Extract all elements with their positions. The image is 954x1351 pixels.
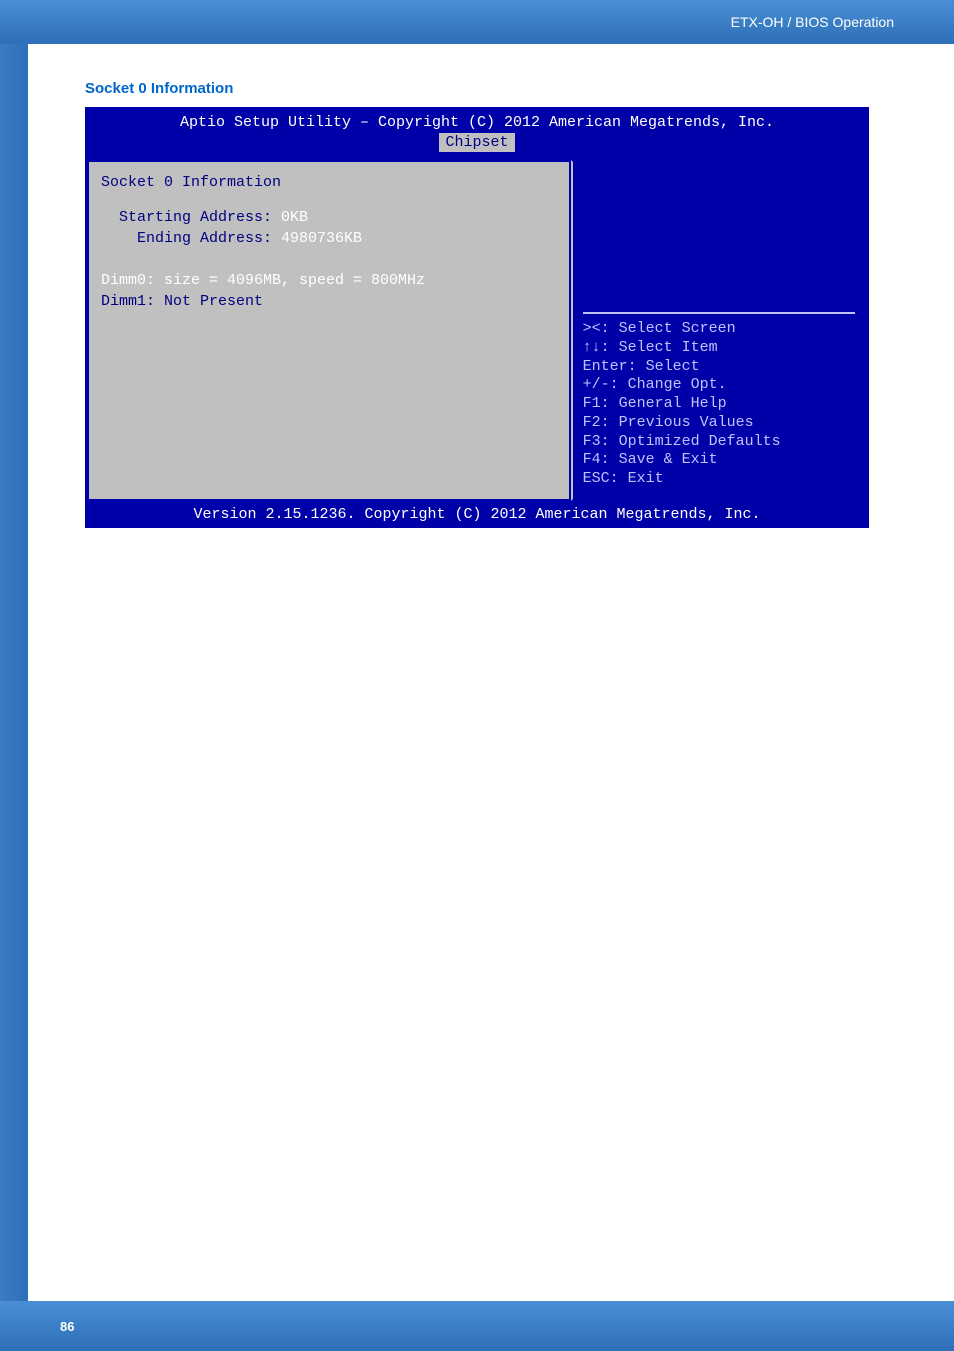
ending-addr-label: Ending Address: [137, 230, 272, 247]
help-f3: F3: Optimized Defaults [583, 433, 855, 452]
left-sidebar [0, 0, 28, 1351]
bios-active-tab: Chipset [439, 133, 514, 153]
help-select-screen: ><: Select Screen [583, 320, 855, 339]
bios-help-divider [583, 312, 855, 314]
help-enter: Enter: Select [583, 358, 855, 377]
bios-ending-address: Ending Address: 4980736KB [101, 228, 557, 249]
bios-help-panel: ><: Select Screen ↑↓: Select Item Enter:… [571, 160, 867, 501]
page-header: ETX-OH / BIOS Operation [0, 0, 954, 44]
starting-addr-value: 0KB [281, 209, 308, 226]
help-f1: F1: General Help [583, 395, 855, 414]
section-title: Socket 0 Information [85, 80, 869, 97]
bios-starting-address: Starting Address: 0KB [101, 207, 557, 228]
bios-titlebar: Aptio Setup Utility – Copyright (C) 2012… [85, 107, 869, 158]
bios-dimm0: Dimm0: size = 4096MB, speed = 800MHz [101, 270, 557, 291]
content-area: Socket 0 Information Aptio Setup Utility… [85, 80, 869, 528]
starting-addr-label: Starting Address: [119, 209, 272, 226]
page-number: 86 [60, 1319, 74, 1334]
bios-version-footer: Version 2.15.1236. Copyright (C) 2012 Am… [85, 503, 869, 528]
page-footer: 86 [0, 1301, 954, 1351]
help-f2: F2: Previous Values [583, 414, 855, 433]
bios-body: Socket 0 Information Starting Address: 0… [85, 158, 869, 503]
bios-panel-title: Socket 0 Information [101, 172, 557, 193]
help-select-item: ↑↓: Select Item [583, 339, 855, 358]
bios-title-text: Aptio Setup Utility – Copyright (C) 2012… [87, 113, 867, 133]
bios-left-panel: Socket 0 Information Starting Address: 0… [87, 160, 571, 501]
bios-dimm1: Dimm1: Not Present [101, 291, 557, 312]
ending-addr-value: 4980736KB [281, 230, 362, 247]
breadcrumb: ETX-OH / BIOS Operation [731, 14, 894, 30]
help-f4: F4: Save & Exit [583, 451, 855, 470]
help-esc: ESC: Exit [583, 470, 855, 489]
help-change-opt: +/-: Change Opt. [583, 376, 855, 395]
bios-screenshot: Aptio Setup Utility – Copyright (C) 2012… [85, 107, 869, 528]
